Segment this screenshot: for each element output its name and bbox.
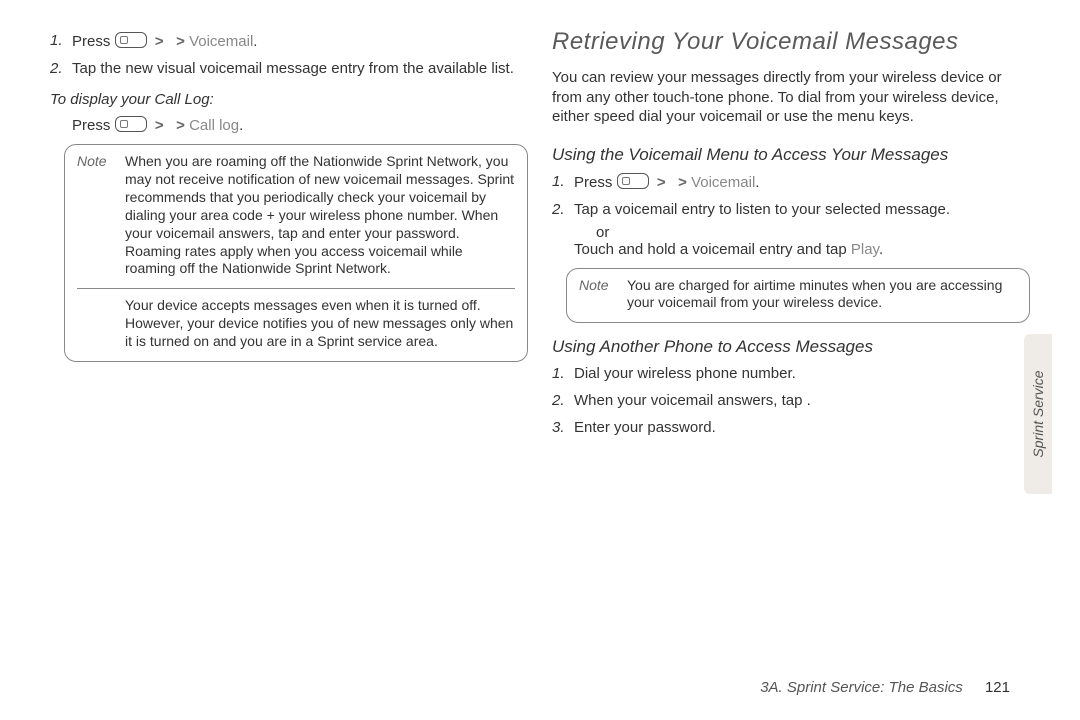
chevron-icon: >	[176, 117, 185, 134]
chevron-icon: >	[678, 174, 687, 191]
chevron-icon: >	[176, 33, 185, 50]
subheading-voicemail-menu: Using the Voicemail Menu to Access Your …	[552, 145, 1030, 165]
side-tab-label: Sprint Service	[1030, 370, 1046, 457]
subheading-call-log: To display your Call Log:	[50, 91, 528, 108]
note-separator	[77, 288, 515, 289]
home-key-icon	[115, 32, 147, 48]
right-column: Retrieving Your Voicemail Messages You c…	[552, 28, 1030, 446]
play-label: Play	[851, 241, 879, 258]
menu-path-voicemail: Voicemail	[189, 33, 253, 50]
right-step-1: 1. Press > > Voicemail.	[552, 173, 1030, 191]
section-title: Retrieving Your Voicemail Messages	[552, 28, 1030, 56]
menu-path-voicemail: Voicemail	[691, 174, 755, 191]
home-key-icon	[617, 173, 649, 189]
note-paragraph: You are charged for airtime minutes when…	[627, 277, 1017, 313]
subheading-another-phone: Using Another Phone to Access Messages	[552, 337, 1030, 357]
ordinal: 1.	[50, 32, 72, 50]
intro-paragraph: You can review your messages directly fr…	[552, 68, 1030, 127]
right-step-2: 2. Tap a voicemail entry to listen to yo…	[552, 201, 1030, 258]
text: Press	[72, 33, 110, 50]
chevron-icon: >	[657, 174, 666, 191]
text: Touch and hold a voicemail entry and tap	[574, 241, 847, 258]
text: Press	[72, 117, 110, 134]
or-text: or	[596, 224, 609, 241]
page-number: 121	[985, 679, 1010, 696]
text: Dial your wireless phone number.	[574, 365, 1030, 382]
left-column: 1. Press > > Voicemail. 2. Tap the new v…	[50, 28, 528, 446]
note-label: Note	[77, 153, 121, 171]
note-box: Note You are charged for airtime minutes…	[566, 268, 1030, 324]
text: Tap a voicemail entry to listen to your …	[574, 201, 950, 218]
ordinal: 1.	[552, 173, 574, 191]
call-log-line: Press > > Call log.	[72, 116, 528, 134]
chevron-icon: >	[155, 33, 164, 50]
left-step-1: 1. Press > > Voicemail.	[50, 32, 528, 50]
page-footer: 3A. Sprint Service: The Basics 121	[760, 679, 1010, 696]
other-step-2: 2. When your voicemail answers, tap .	[552, 392, 1030, 409]
ordinal: 2.	[552, 201, 574, 258]
left-step-2: 2. Tap the new visual voicemail message …	[50, 60, 528, 77]
section-side-tab: Sprint Service	[1024, 334, 1052, 494]
chevron-icon: >	[155, 117, 164, 134]
note-paragraph: Your device accepts messages even when i…	[125, 297, 515, 351]
menu-path-call-log: Call log	[189, 117, 239, 134]
ordinal: 3.	[552, 419, 574, 436]
other-step-3: 3. Enter your password.	[552, 419, 1030, 436]
text: When your voicemail answers, tap	[574, 392, 807, 409]
home-key-icon	[115, 116, 147, 132]
text: Enter your password.	[574, 419, 1030, 436]
note-paragraph: When you are roaming off the Nationwide …	[125, 153, 515, 278]
ordinal: 2.	[50, 60, 72, 77]
note-box: Note When you are roaming off the Nation…	[64, 144, 528, 362]
footer-section: 3A. Sprint Service: The Basics	[760, 679, 963, 696]
note-label: Note	[579, 277, 623, 295]
text: Tap the new visual voicemail message ent…	[72, 60, 528, 77]
text: Press	[574, 174, 612, 191]
other-step-1: 1. Dial your wireless phone number.	[552, 365, 1030, 382]
ordinal: 1.	[552, 365, 574, 382]
ordinal: 2.	[552, 392, 574, 409]
